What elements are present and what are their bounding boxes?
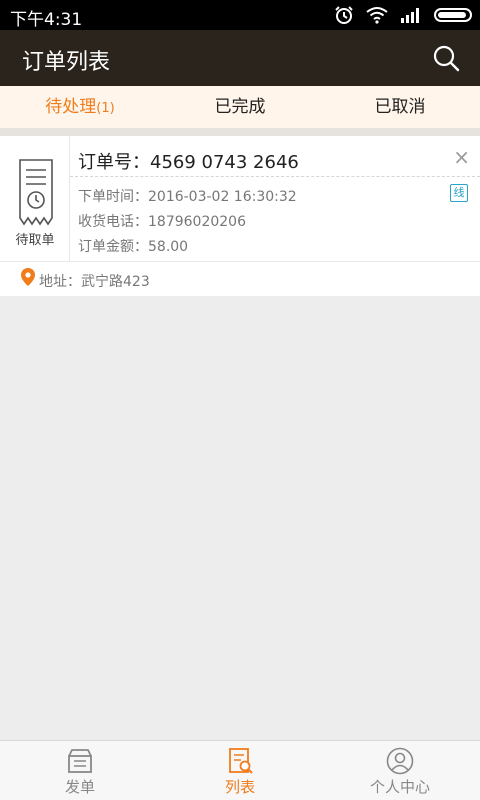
bottom-nav: 发单 列表 个人中心 (0, 740, 480, 800)
shop-icon (68, 749, 92, 773)
location-pin-icon (21, 268, 35, 286)
tab-cancelled[interactable]: 已取消 (320, 86, 480, 132)
tab-pending[interactable]: 待处理(1) (0, 86, 160, 132)
status-time: 下午4:31 (10, 10, 83, 30)
nav-item-profile[interactable]: 个人中心 (320, 741, 480, 800)
order-number: 订单号：4569 0743 2646 (78, 152, 299, 173)
order-address: 地址：武宁路423 (39, 274, 150, 290)
nav-label-dispatch: 发单 (64, 778, 95, 796)
tab-completed[interactable]: 已完成 (160, 86, 320, 132)
tab-pending-count: (1) (96, 101, 115, 116)
order-time: 下单时间：2016-03-02 16:30:32 (78, 189, 297, 205)
order-card[interactable]: 待取单 订单号：4569 0743 2646 × 下单时间：2016-03-02… (0, 136, 480, 296)
alarm-icon (335, 6, 353, 24)
nav-label-list: 列表 (224, 778, 255, 796)
close-icon[interactable]: × (453, 147, 470, 167)
wifi-icon (366, 7, 388, 24)
tab-completed-label: 已完成 (214, 97, 266, 117)
tab-divider (0, 128, 480, 136)
online-badge: 线 (450, 184, 468, 202)
nav-item-list[interactable]: 列表 (160, 741, 320, 800)
order-amount: 订单金额：58.00 (78, 239, 189, 255)
list-search-icon (229, 748, 253, 774)
battery-icon (434, 8, 472, 22)
order-status-label: 待取单 (15, 233, 55, 248)
receipt-icon (19, 159, 53, 226)
dashed-divider (70, 176, 480, 177)
status-bar: 下午4:31 (0, 0, 480, 30)
card-divider (0, 261, 480, 262)
status-icons (334, 5, 472, 25)
tab-pending-label: 待处理 (45, 97, 97, 117)
page-title: 订单列表 (22, 50, 111, 75)
search-icon[interactable] (432, 44, 460, 72)
order-status-area: 待取单 (0, 136, 70, 261)
nav-label-profile: 个人中心 (369, 778, 430, 796)
app-bar: 订单列表 (0, 30, 480, 86)
user-icon (386, 747, 414, 775)
order-phone: 收货电话：18796020206 (78, 214, 246, 230)
nav-item-dispatch[interactable]: 发单 (0, 741, 160, 800)
signal-icon (401, 8, 419, 23)
order-tabs: 待处理(1) 已完成 已取消 (0, 86, 480, 132)
tab-cancelled-label: 已取消 (374, 97, 426, 117)
